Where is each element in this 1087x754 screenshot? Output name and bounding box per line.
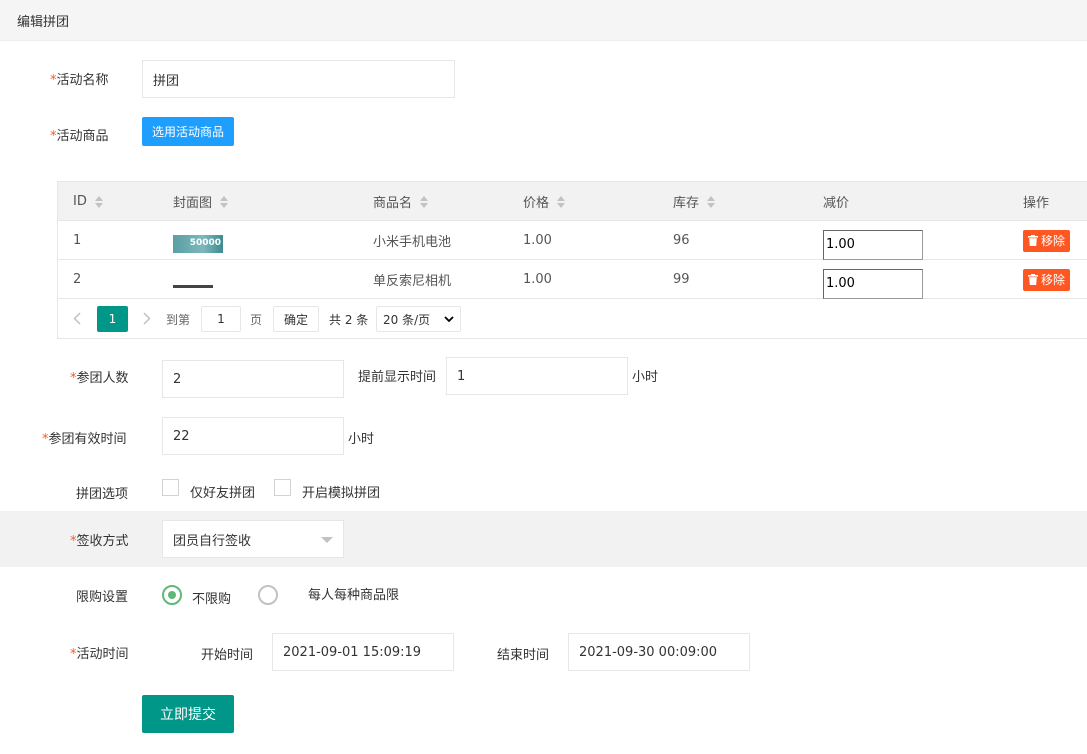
per-page-select[interactable]: 20 条/页 (376, 306, 461, 332)
simulate-group-label[interactable]: 开启模拟拼团 (302, 482, 380, 501)
no-limit-label[interactable]: 不限购 (192, 588, 231, 607)
group-options-label: 拼团选项 (76, 487, 129, 502)
col-cut-label: 减价 (823, 196, 850, 211)
friends-only-checkbox[interactable] (162, 479, 179, 496)
total-count: 共 2 条 (329, 313, 369, 327)
sort-icon[interactable] (420, 195, 429, 208)
submit-button[interactable]: 立即提交 (142, 695, 234, 733)
goods-table: ID 封面图 商品名 价格 库存 减价 操作 1 50000 小米手机电池 1.… (57, 181, 1087, 339)
valid-time-unit: 小时 (348, 432, 375, 447)
remove-label: 移除 (1041, 273, 1066, 287)
col-cover-label: 封面图 (173, 196, 213, 211)
table-header: ID 封面图 商品名 价格 库存 减价 操作 (58, 182, 1087, 221)
page-header: 编辑拼团 (0, 0, 1087, 41)
sort-icon[interactable] (220, 195, 229, 208)
goto-label: 到第 (166, 313, 191, 327)
receipt-label-text: 签收方式 (76, 534, 129, 549)
goto-page-input[interactable]: 1 (201, 306, 241, 332)
advance-show-label: 提前显示时间 (358, 370, 437, 385)
activity-time-label-text: 活动时间 (76, 647, 129, 662)
valid-time-input[interactable]: 22 (162, 417, 344, 455)
activity-time-label: *活动时间 (70, 643, 129, 662)
remove-button[interactable]: 移除 (1023, 268, 1071, 291)
col-stock-label: 库存 (673, 196, 700, 211)
friends-only-label[interactable]: 仅好友拼团 (190, 482, 255, 501)
page-label: 页 (250, 313, 263, 327)
chevron-left-icon[interactable] (73, 312, 81, 325)
group-size-label-text: 参团人数 (76, 371, 129, 386)
row-price: 1.00 (523, 233, 552, 248)
action-cell: 移除 (1023, 221, 1071, 260)
group-size-input[interactable]: 2 (162, 360, 344, 398)
goto-confirm-button[interactable]: 确定 (273, 306, 319, 332)
group-size-label: *参团人数 (70, 367, 129, 386)
cut-price-input[interactable]: 1.00 (823, 268, 923, 299)
activity-name-label-text: 活动名称 (56, 73, 109, 88)
trash-icon (1028, 274, 1038, 285)
start-time-label: 开始时间 (201, 648, 254, 663)
page-1-button[interactable]: 1 (97, 306, 128, 332)
receipt-select[interactable]: 团员自行签收 (162, 520, 344, 558)
receipt-value: 团员自行签收 (173, 533, 252, 549)
col-price-label: 价格 (523, 196, 550, 211)
pagination: 1 到第 1 页 确定 共 2 条 20 条/页 (58, 299, 1087, 338)
per-person-limit-radio[interactable] (258, 585, 278, 605)
col-stock[interactable]: 库存 (673, 182, 716, 221)
row-stock: 99 (673, 272, 690, 287)
sort-icon[interactable] (707, 195, 716, 208)
cut-price-cell: 1.00 (823, 260, 923, 299)
sort-icon[interactable] (94, 195, 103, 208)
col-cut: 减价 (823, 182, 849, 221)
per-page-value: 20 条/页 (383, 312, 431, 327)
col-price[interactable]: 价格 (523, 182, 566, 221)
col-id-label: ID (73, 194, 87, 209)
page-title: 编辑拼团 (17, 15, 70, 30)
receipt-label: *签收方式 (70, 530, 129, 549)
advance-show-input[interactable]: 1 (446, 357, 628, 395)
activity-name-input[interactable]: 拼团 (142, 60, 455, 98)
caret-down-icon (321, 537, 333, 543)
trash-icon (1028, 235, 1038, 246)
cover-image-text: 50000 (189, 237, 221, 248)
valid-time-label: *参团有效时间 (42, 428, 127, 447)
start-time-input[interactable]: 2021-09-01 15:09:19 (272, 633, 454, 671)
table-row: 1 50000 小米手机电池 1.00 96 1.00 移除 (58, 221, 1087, 260)
advance-show-unit: 小时 (632, 370, 659, 385)
table-row: 2 单反索尼相机 1.00 99 1.00 移除 (58, 260, 1087, 299)
row-name: 小米手机电池 (373, 235, 452, 250)
col-cover[interactable]: 封面图 (173, 182, 229, 221)
limit-label: 限购设置 (76, 590, 129, 605)
activity-goods-label-text: 活动商品 (56, 129, 109, 144)
col-action: 操作 (1023, 182, 1049, 221)
end-time-label: 结束时间 (497, 648, 550, 663)
activity-goods-label: *活动商品 (50, 125, 109, 144)
chevron-down-icon (444, 316, 454, 323)
action-cell: 移除 (1023, 260, 1071, 299)
row-id: 2 (73, 272, 82, 287)
row-id: 1 (73, 233, 82, 248)
cut-price-cell: 1.00 (823, 221, 923, 260)
cover-image: 50000 (173, 221, 223, 260)
radio-dot-icon (168, 591, 176, 599)
cover-image (173, 260, 213, 299)
no-limit-radio[interactable] (162, 585, 182, 605)
col-action-label: 操作 (1023, 196, 1050, 211)
activity-name-label: *活动名称 (50, 69, 109, 88)
remove-button[interactable]: 移除 (1023, 229, 1071, 252)
end-time-input[interactable]: 2021-09-30 00:09:00 (568, 633, 750, 671)
remove-label: 移除 (1041, 234, 1066, 248)
chevron-right-icon[interactable] (143, 312, 151, 325)
col-name[interactable]: 商品名 (373, 182, 429, 221)
row-name: 单反索尼相机 (373, 274, 452, 289)
per-person-limit-label[interactable]: 每人每种商品限 (308, 584, 399, 603)
col-name-label: 商品名 (373, 196, 413, 211)
sort-icon[interactable] (557, 195, 566, 208)
valid-time-label-text: 参团有效时间 (48, 432, 127, 447)
row-price: 1.00 (523, 272, 552, 287)
col-id[interactable]: ID (73, 182, 103, 221)
simulate-group-checkbox[interactable] (274, 479, 291, 496)
row-stock: 96 (673, 233, 690, 248)
cut-price-input[interactable]: 1.00 (823, 229, 923, 260)
select-goods-button[interactable]: 选用活动商品 (142, 117, 234, 146)
